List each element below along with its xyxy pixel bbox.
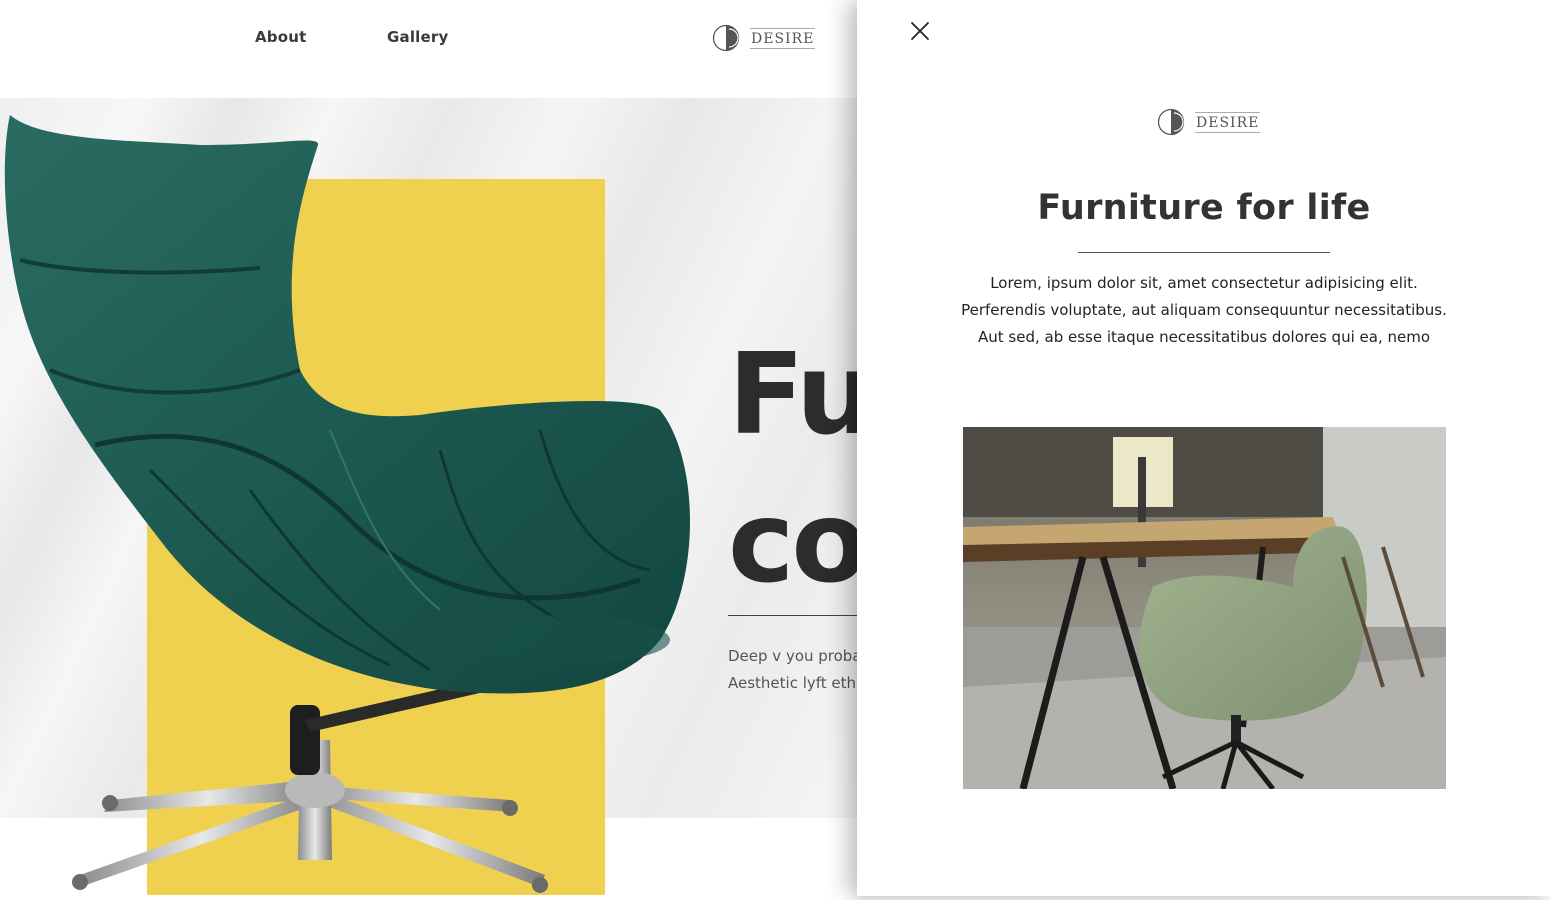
office-chair-photo — [963, 427, 1446, 789]
logo-mark-icon — [1157, 108, 1185, 136]
drawer-brand-logo[interactable]: DESIRE — [1157, 108, 1261, 136]
close-icon[interactable] — [909, 20, 931, 42]
drawer-paragraph-line-1: Lorem, ipsum dolor sit, amet consectetur… — [990, 274, 1418, 292]
drawer-title: Furniture for life — [1037, 188, 1371, 228]
brand-logo[interactable]: DESIRE — [712, 24, 816, 52]
hero-title-line-2: co — [728, 478, 868, 608]
hero-copy-line-2: Aesthetic lyft ethi — [728, 674, 861, 692]
green-lounge-chair-image — [4, 115, 690, 893]
hero-copy-line-1: Deep v you proba — [728, 647, 862, 665]
logo-mark-icon — [712, 24, 740, 52]
drawer-divider — [1078, 252, 1330, 253]
side-drawer: DESIRE Furniture for life Lorem, ipsum d… — [857, 0, 1551, 896]
drawer-brand-name: DESIRE — [1195, 111, 1261, 133]
drawer-paragraph-line-3: Aut sed, ab esse itaque necessitatibus d… — [978, 328, 1430, 346]
nav-link-about[interactable]: About — [255, 28, 307, 46]
nav-link-gallery[interactable]: Gallery — [387, 28, 448, 46]
brand-name: DESIRE — [750, 27, 816, 49]
hero-divider — [728, 615, 858, 616]
drawer-paragraph-line-2: Perferendis voluptate, aut aliquam conse… — [961, 301, 1447, 319]
hero-title-line-1: Fu — [728, 330, 876, 460]
